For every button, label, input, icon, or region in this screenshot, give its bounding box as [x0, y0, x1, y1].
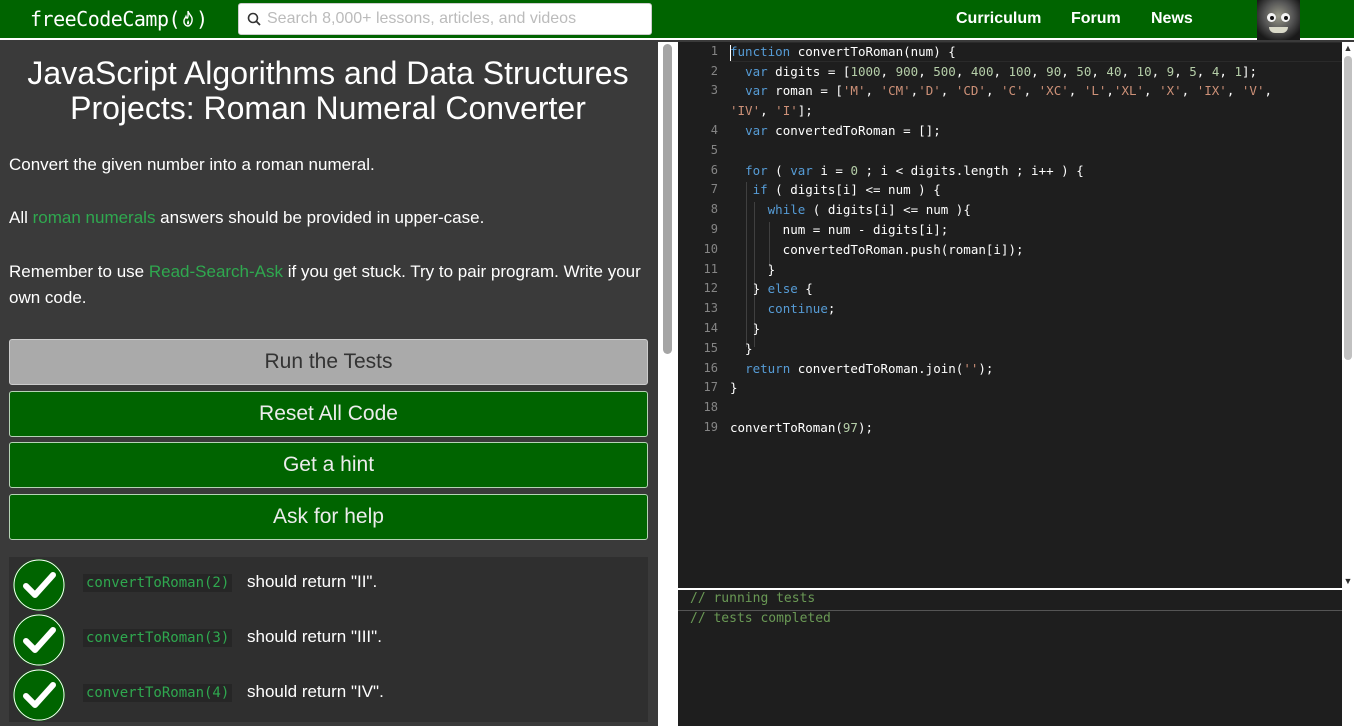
editor-scrollbar[interactable]: ▲ ▼ — [1342, 42, 1354, 588]
line-number: 16 — [703, 361, 718, 375]
test-code: convertToRoman(4) — [83, 684, 233, 702]
test-code: convertToRoman(2) — [83, 574, 233, 592]
search-box[interactable] — [238, 3, 652, 35]
scroll-up-icon[interactable]: ▲ — [1343, 43, 1353, 53]
code-line[interactable]: var digits = [1000, 900, 500, 400, 100, … — [730, 64, 1257, 79]
avatar-eye-left — [1267, 13, 1276, 22]
challenge-description-panel: JavaScript Algorithms and Data Structure… — [0, 42, 658, 726]
code-line[interactable]: for ( var i = 0 ; i < digits.length ; i+… — [730, 163, 1084, 178]
test-output-console: // running tests // tests completed — [678, 590, 1354, 726]
code-line[interactable]: convertToRoman(97); — [730, 420, 873, 435]
code-line[interactable]: while ( digits[i] <= num ){ — [730, 202, 971, 217]
line-number: 14 — [703, 321, 718, 335]
instruction-text-2-post: answers should be provided in upper-case… — [155, 208, 485, 227]
navbar: freeCodeCamp() Curriculum Forum News — [0, 0, 1354, 40]
panel-scrollbar-thumb[interactable] — [663, 44, 672, 354]
code-line[interactable]: continue; — [730, 301, 836, 316]
flame-icon — [183, 10, 193, 27]
line-number: 13 — [703, 301, 718, 315]
test-description: should return "II". — [247, 572, 378, 591]
editor-scrollbar-thumb[interactable] — [1344, 56, 1352, 360]
logo-suffix: ) — [196, 7, 208, 31]
instruction-paragraph-3: Remember to use Read-Search-Ask if you g… — [9, 259, 651, 311]
code-line[interactable]: } — [730, 321, 761, 336]
line-number: 1 — [710, 44, 718, 58]
line-number: 2 — [710, 64, 718, 78]
nav-link-forum[interactable]: Forum — [1071, 10, 1121, 28]
line-number: 9 — [710, 222, 718, 236]
code-line[interactable]: if ( digits[i] <= num ) { — [730, 182, 941, 197]
run-tests-button[interactable]: Run the Tests — [9, 339, 648, 385]
line-number: 5 — [710, 143, 718, 157]
panel-scrollbar[interactable] — [658, 42, 678, 726]
line-number: 3 — [710, 83, 718, 97]
check-icon — [13, 669, 65, 721]
search-icon — [247, 12, 261, 26]
test-description: should return "IV". — [247, 682, 384, 701]
code-line[interactable]: } — [730, 380, 738, 395]
test-result-row: convertToRoman(3) should return "III". — [9, 612, 648, 667]
code-line[interactable]: } — [730, 341, 753, 356]
code-line[interactable]: num = num - digits[i]; — [730, 222, 949, 237]
code-line[interactable]: } — [730, 262, 776, 277]
line-number-gutter: 1 2 3 4 5 6 7 8 9 10 11 12 13 14 15 16 1… — [678, 42, 728, 588]
instruction-text-3-pre: Remember to use — [9, 262, 149, 281]
code-line[interactable]: var roman = ['M', 'CM','D', 'CD', 'C', '… — [730, 83, 1272, 98]
code-editor[interactable]: 1 2 3 4 5 6 7 8 9 10 11 12 13 14 15 16 1… — [678, 42, 1354, 588]
line-number: 18 — [703, 400, 718, 414]
nav-link-curriculum[interactable]: Curriculum — [956, 10, 1041, 28]
code-line[interactable]: return convertedToRoman.join(''); — [730, 361, 993, 376]
line-number: 4 — [710, 123, 718, 137]
search-input[interactable] — [267, 4, 647, 34]
test-code: convertToRoman(3) — [83, 629, 233, 647]
challenge-title: JavaScript Algorithms and Data Structure… — [27, 55, 629, 126]
logo-text: freeCodeCamp( — [30, 7, 181, 31]
line-number: 12 — [703, 281, 718, 295]
instruction-text-2-pre: All — [9, 208, 33, 227]
nav-link-news[interactable]: News — [1151, 10, 1193, 28]
test-result-row: convertToRoman(4) should return "IV". — [9, 667, 648, 722]
get-hint-button[interactable]: Get a hint — [9, 442, 648, 488]
line-number: 10 — [703, 242, 718, 256]
roman-numerals-link[interactable]: roman numerals — [33, 208, 156, 227]
code-line[interactable]: convertedToRoman.push(roman[i]); — [730, 242, 1024, 257]
output-line: // tests completed — [690, 611, 831, 626]
line-number: 6 — [710, 163, 718, 177]
read-search-ask-link[interactable]: Read-Search-Ask — [149, 262, 283, 281]
avatar-eye-right — [1281, 13, 1290, 22]
line-number: 7 — [710, 182, 718, 196]
code-line[interactable]: function convertToRoman(num) { — [730, 44, 956, 59]
scroll-down-icon[interactable]: ▼ — [1343, 576, 1353, 586]
line-number: 19 — [703, 420, 718, 434]
instruction-text-1: Convert the given number into a roman nu… — [9, 155, 375, 174]
check-icon — [13, 559, 65, 611]
test-result-row: convertToRoman(2) should return "II". — [9, 557, 648, 612]
check-icon — [13, 614, 65, 666]
code-line[interactable]: var convertedToRoman = []; — [730, 123, 941, 138]
line-number: 15 — [703, 341, 718, 355]
reset-code-button[interactable]: Reset All Code — [9, 391, 648, 437]
output-scrollbar[interactable] — [1342, 590, 1354, 726]
user-avatar[interactable] — [1257, 0, 1300, 40]
instruction-paragraph-1: Convert the given number into a roman nu… — [9, 152, 651, 178]
line-number: 8 — [710, 202, 718, 216]
avatar-mouth — [1269, 27, 1288, 33]
line-number: 17 — [703, 380, 718, 394]
code-line[interactable]: } else { — [730, 281, 813, 296]
ask-for-help-button[interactable]: Ask for help — [9, 494, 648, 540]
instruction-paragraph-2: All roman numerals answers should be pro… — [9, 205, 651, 231]
code-line[interactable]: 'IV', 'I']; — [730, 103, 813, 118]
line-number: 11 — [703, 262, 718, 276]
freecodecamp-logo[interactable]: freeCodeCamp() — [30, 7, 208, 31]
test-description: should return "III". — [247, 627, 382, 646]
output-line: // running tests — [690, 591, 816, 606]
